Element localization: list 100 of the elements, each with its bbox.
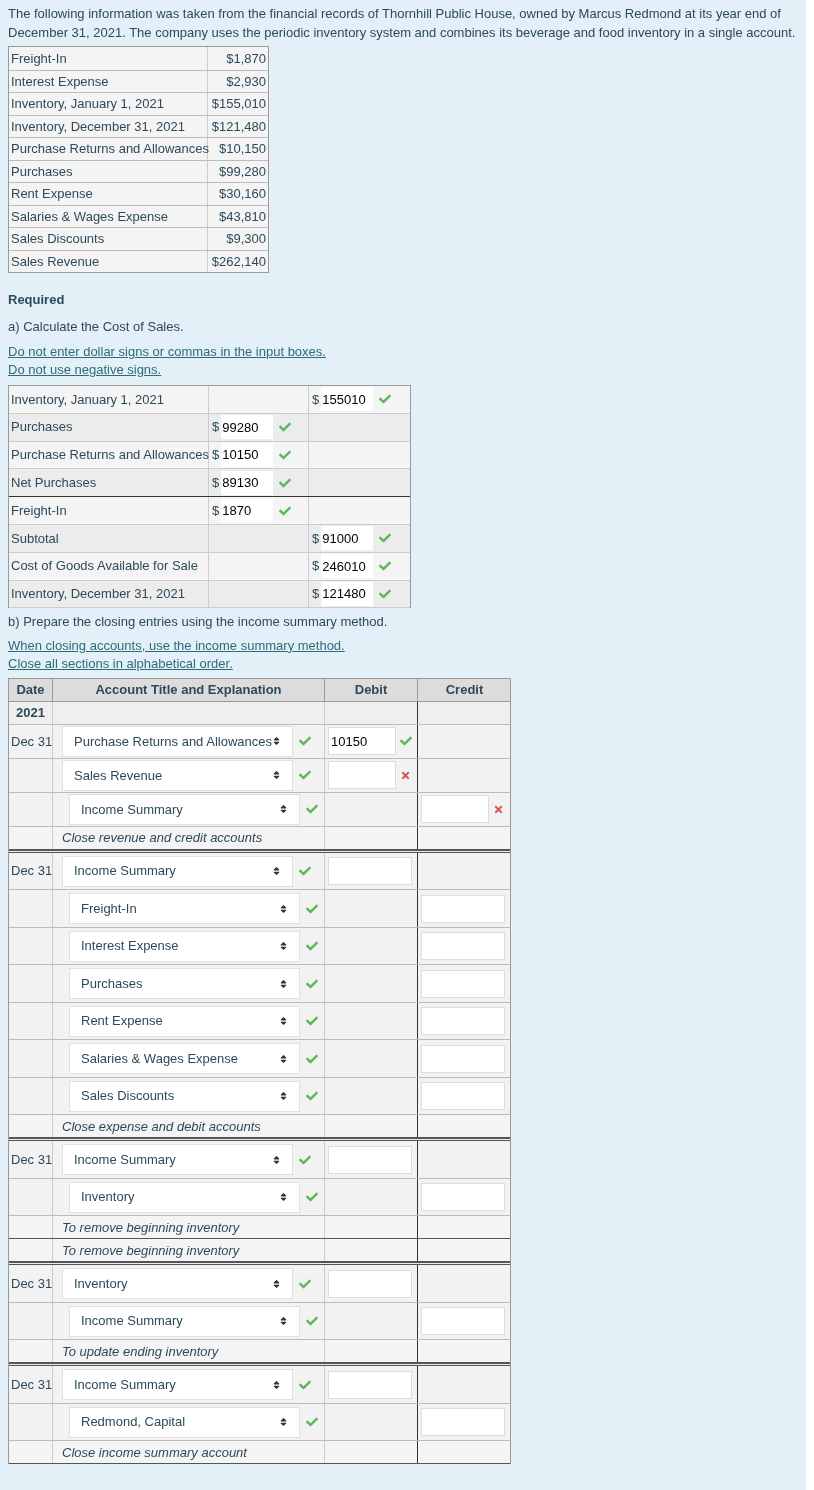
amount-input[interactable]: [328, 761, 396, 790]
sort-icon: [272, 1379, 281, 1390]
entry-date: Dec 31: [11, 1150, 53, 1169]
amount-value: $99,280: [218, 162, 267, 181]
amount-value: $121,480: [210, 117, 267, 136]
sort-icon: [279, 1016, 288, 1027]
explanation-text: To remove beginning inventory: [53, 1239, 325, 1262]
amount-value: $262,140: [210, 252, 267, 271]
explanation-text: To update ending inventory: [53, 1340, 325, 1363]
sort-icon: [272, 1154, 281, 1165]
amount-input[interactable]: [328, 1145, 412, 1174]
account-select[interactable]: Inventory: [69, 1181, 300, 1213]
intro-text: The following information was taken from the financial records of Thornhill Public House, owned by Marcus Redmond at its year end of December 31, 2021. The company uses the periodic inventory system and combines its beverage and food inventory in a single account.: [8, 5, 797, 42]
account-label: Interest Expense: [9, 70, 208, 92]
amount-input[interactable]: [421, 932, 505, 961]
account-select[interactable]: Income Summary: [69, 793, 300, 825]
account-label: Sales Discounts: [9, 228, 208, 250]
amount-input[interactable]: 99280: [221, 415, 274, 440]
account-select[interactable]: Sales Revenue: [62, 759, 293, 791]
explanation-text: Close income summary account: [53, 1441, 325, 1464]
entry-date: Dec 31: [11, 862, 53, 881]
amount-input[interactable]: [421, 1307, 505, 1336]
amount-value: $155,010: [210, 95, 267, 113]
amount-input[interactable]: [421, 1183, 505, 1212]
account-select[interactable]: Salaries & Wages Expense: [69, 1043, 300, 1075]
amount-value: $1,870: [225, 49, 267, 68]
amount-input[interactable]: 155010: [321, 387, 374, 412]
amount-input[interactable]: [421, 1408, 505, 1437]
required-heading: Required: [8, 291, 66, 309]
row-label: Freight-In: [9, 497, 209, 524]
account-select[interactable]: Income Summary: [62, 855, 293, 887]
sort-icon: [279, 941, 288, 952]
currency-sign: $: [312, 557, 320, 576]
instruction-text: Do not use negative signs.: [8, 361, 163, 379]
amount-input[interactable]: [328, 857, 412, 886]
sort-icon: [279, 804, 288, 815]
sort-icon: [279, 1316, 288, 1327]
row-label: Purchases: [9, 413, 209, 441]
account-label: Purchases: [9, 160, 208, 182]
amount-input[interactable]: [328, 1269, 412, 1298]
instruction-text: Close all sections in alphabetical order.: [8, 654, 234, 673]
account-select[interactable]: Redmond, Capital: [69, 1406, 300, 1438]
currency-sign: $: [212, 418, 220, 437]
explanation-text: Close expense and debit accounts: [53, 1115, 325, 1138]
account-label: Inventory, December 31, 2021: [9, 115, 208, 137]
amount-value: $43,810: [218, 207, 267, 226]
sort-icon: [279, 978, 288, 989]
amount-value: $30,160: [218, 185, 267, 203]
sort-icon: [272, 866, 281, 877]
amount-input[interactable]: [421, 1082, 505, 1111]
amount-input[interactable]: 10150: [328, 727, 396, 756]
currency-sign: $: [312, 585, 320, 604]
account-select[interactable]: Income Summary: [69, 1305, 300, 1337]
prompt-text: a) Calculate the Cost of Sales.: [8, 317, 185, 336]
amount-input[interactable]: 246010: [321, 554, 374, 579]
account-label: Rent Expense: [9, 183, 208, 205]
account-select[interactable]: Sales Discounts: [69, 1080, 300, 1112]
year-label: 2021: [9, 701, 53, 724]
account-select[interactable]: Interest Expense: [69, 930, 300, 962]
row-label: Inventory, January 1, 2021: [9, 386, 209, 413]
sort-icon: [279, 1192, 288, 1203]
currency-sign: $: [212, 474, 220, 493]
explanation-text: To remove beginning inventory: [53, 1216, 325, 1239]
account-select[interactable]: Freight-In: [69, 893, 300, 925]
amount-input[interactable]: 91000: [321, 526, 374, 551]
sort-icon: [272, 770, 281, 781]
amount-input[interactable]: [421, 795, 489, 824]
amount-input[interactable]: [328, 1370, 412, 1399]
account-select[interactable]: Income Summary: [62, 1144, 293, 1176]
sort-icon: [279, 1053, 288, 1064]
row-label: Net Purchases: [9, 469, 209, 497]
instruction-text: Do not enter dollar signs or commas in the input boxes.: [8, 343, 327, 361]
amount-input[interactable]: [421, 1044, 505, 1073]
amount-input[interactable]: 121480: [321, 581, 374, 606]
explanation-text: Close revenue and credit accounts: [53, 826, 325, 849]
account-label: Inventory, January 1, 2021: [9, 93, 208, 115]
amount-value: $9,300: [225, 230, 267, 248]
entry-date: Dec 31: [11, 1274, 53, 1293]
amount-input[interactable]: [421, 1007, 505, 1036]
account-select[interactable]: Rent Expense: [69, 1005, 300, 1037]
sort-icon: [272, 736, 281, 747]
currency-sign: $: [212, 501, 220, 520]
column-header: Account Title and Explanation: [53, 678, 325, 701]
amount-input[interactable]: 10150: [221, 443, 274, 467]
account-select[interactable]: Purchase Returns and Allowances: [62, 725, 293, 757]
account-select[interactable]: Purchases: [69, 968, 300, 1000]
column-header: Date: [9, 678, 53, 701]
amount-input[interactable]: 89130: [221, 470, 274, 495]
sort-icon: [279, 903, 288, 914]
column-header: Credit: [444, 681, 485, 700]
account-label: Freight-In: [9, 47, 208, 70]
row-label: Purchase Returns and Allowances: [9, 441, 209, 469]
amount-input[interactable]: 1870: [221, 498, 274, 523]
account-select[interactable]: Inventory: [62, 1268, 293, 1300]
instruction-text: When closing accounts, use the income summary method.: [8, 636, 346, 655]
sort-icon: [272, 1278, 281, 1289]
account-select[interactable]: Income Summary: [62, 1369, 293, 1401]
amount-input[interactable]: [421, 969, 505, 998]
amount-input[interactable]: [421, 894, 505, 923]
entry-date: Dec 31: [11, 1375, 53, 1394]
